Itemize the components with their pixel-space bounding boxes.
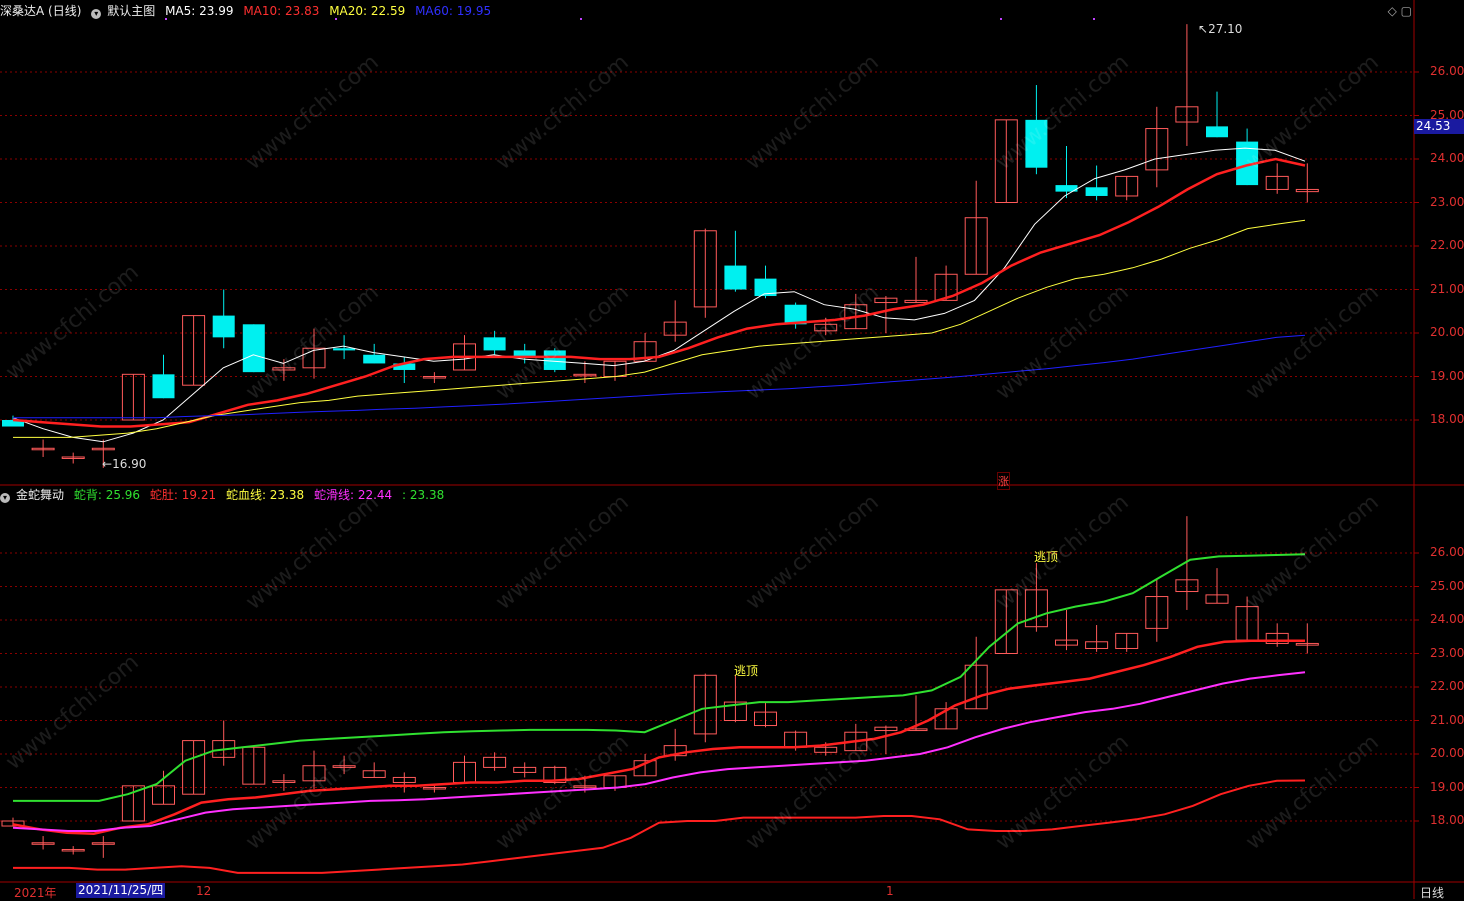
y-tick-label-main: 21.00 bbox=[1430, 281, 1464, 296]
belly-legend: 蛇肚: 19.21 bbox=[149, 488, 217, 502]
y-tick-label-main: 22.00 bbox=[1430, 238, 1464, 252]
y-tick-label-sub: 23.00 bbox=[1430, 645, 1464, 660]
main-candle bbox=[333, 348, 356, 351]
stock-title[interactable]: 深桑达A (日线) bbox=[0, 4, 81, 18]
main-candle bbox=[1206, 126, 1228, 138]
main-candle bbox=[1085, 187, 1108, 196]
sub-line-3 bbox=[13, 779, 1306, 874]
top-marker-dot bbox=[1000, 18, 1002, 20]
indicator-title[interactable]: 金蛇舞动 bbox=[16, 488, 64, 502]
diamond-icon[interactable]: ◇ bbox=[1388, 4, 1397, 18]
main-candle bbox=[152, 374, 175, 399]
y-tick-label-main: 20.00 bbox=[1430, 325, 1464, 339]
extra-legend: : 23.38 bbox=[402, 488, 445, 502]
top-marker-dot bbox=[1093, 18, 1095, 20]
x-label-dec: 12 bbox=[196, 884, 212, 898]
x-label-year: 2021年 bbox=[14, 886, 57, 900]
y-tick-label-main: 18.00 bbox=[1430, 412, 1464, 426]
y-tick-label-sub: 20.00 bbox=[1430, 746, 1464, 760]
main-candle bbox=[363, 354, 386, 364]
chart-canvas bbox=[0, 0, 1464, 899]
ma-line-ma10 bbox=[12, 157, 1306, 428]
x-label-jan: 1 bbox=[886, 884, 894, 898]
sub-line-2 bbox=[12, 671, 1306, 832]
escape-top-signal-1: 逃顶 bbox=[734, 664, 759, 678]
y-tick-label-main: 19.00 bbox=[1430, 368, 1464, 383]
low-value: 16.90 bbox=[112, 457, 147, 471]
template-name[interactable]: 默认主图 bbox=[107, 4, 155, 18]
main-candle bbox=[543, 350, 566, 370]
y-tick-label-sub: 24.00 bbox=[1430, 612, 1464, 626]
main-chart-header: 深桑达A (日线) ▾ 默认主图 MA5: 23.99 MA10: 23.83 M… bbox=[0, 2, 497, 20]
top-marker-dot bbox=[580, 18, 582, 20]
high-annotation: ↖27.10 bbox=[1198, 22, 1243, 36]
ma-line-ma20 bbox=[13, 219, 1306, 438]
y-tick-label-main: 26.00 bbox=[1430, 64, 1464, 78]
ma5-legend: MA5: 23.99 bbox=[165, 4, 234, 18]
main-candle bbox=[1025, 119, 1048, 168]
restore-icon[interactable]: ▢ bbox=[1401, 4, 1412, 18]
y-tick-label-sub: 25.00 bbox=[1430, 578, 1464, 593]
current-price-tag: 24.53 bbox=[1414, 119, 1464, 134]
period-label[interactable]: 日线 bbox=[1420, 884, 1444, 901]
high-value: 27.10 bbox=[1208, 22, 1243, 36]
back-legend: 蛇背: 25.96 bbox=[73, 488, 141, 502]
dropdown-icon[interactable]: ▾ bbox=[91, 9, 102, 19]
low-annotation: ←16.90 bbox=[102, 457, 147, 471]
y-tick-label-main: 23.00 bbox=[1430, 194, 1464, 209]
y-tick-label-sub: 22.00 bbox=[1430, 679, 1464, 693]
main-candle bbox=[483, 337, 506, 351]
main-candle bbox=[242, 324, 265, 373]
escape-top-signal-2: 逃顶 bbox=[1034, 550, 1059, 564]
x-label-cursor-date: 2021/11/25/四 bbox=[76, 883, 166, 898]
main-candle bbox=[212, 315, 235, 338]
y-tick-label-sub: 19.00 bbox=[1430, 779, 1464, 794]
sub-line-1 bbox=[12, 639, 1305, 835]
ma-line-ma5 bbox=[12, 147, 1306, 443]
blood-legend: 蛇血线: 23.38 bbox=[225, 488, 305, 502]
ma10-legend: MA10: 23.83 bbox=[243, 4, 320, 18]
y-tick-label-sub: 21.00 bbox=[1430, 712, 1464, 727]
y-tick-label-sub: 26.00 bbox=[1430, 545, 1464, 559]
sub-chart-header: ▾ 金蛇舞动 蛇背: 25.96 蛇肚: 19.21 蛇血线: 23.38 蛇滑线… bbox=[0, 486, 450, 504]
window-controls[interactable]: ◇ ▢ bbox=[1388, 4, 1412, 18]
ma60-legend: MA60: 19.95 bbox=[415, 4, 492, 18]
slide-legend: 蛇滑线: 22.44 bbox=[313, 488, 393, 502]
ma20-legend: MA20: 22.59 bbox=[329, 4, 406, 18]
y-tick-label-main: 24.00 bbox=[1430, 151, 1464, 165]
main-candle bbox=[724, 265, 747, 290]
sub-line-0 bbox=[13, 553, 1306, 802]
dropdown-icon[interactable]: ▾ bbox=[0, 493, 10, 503]
y-tick-label-sub: 18.00 bbox=[1430, 813, 1464, 827]
limit-up-marker: 涨 bbox=[997, 472, 1010, 490]
